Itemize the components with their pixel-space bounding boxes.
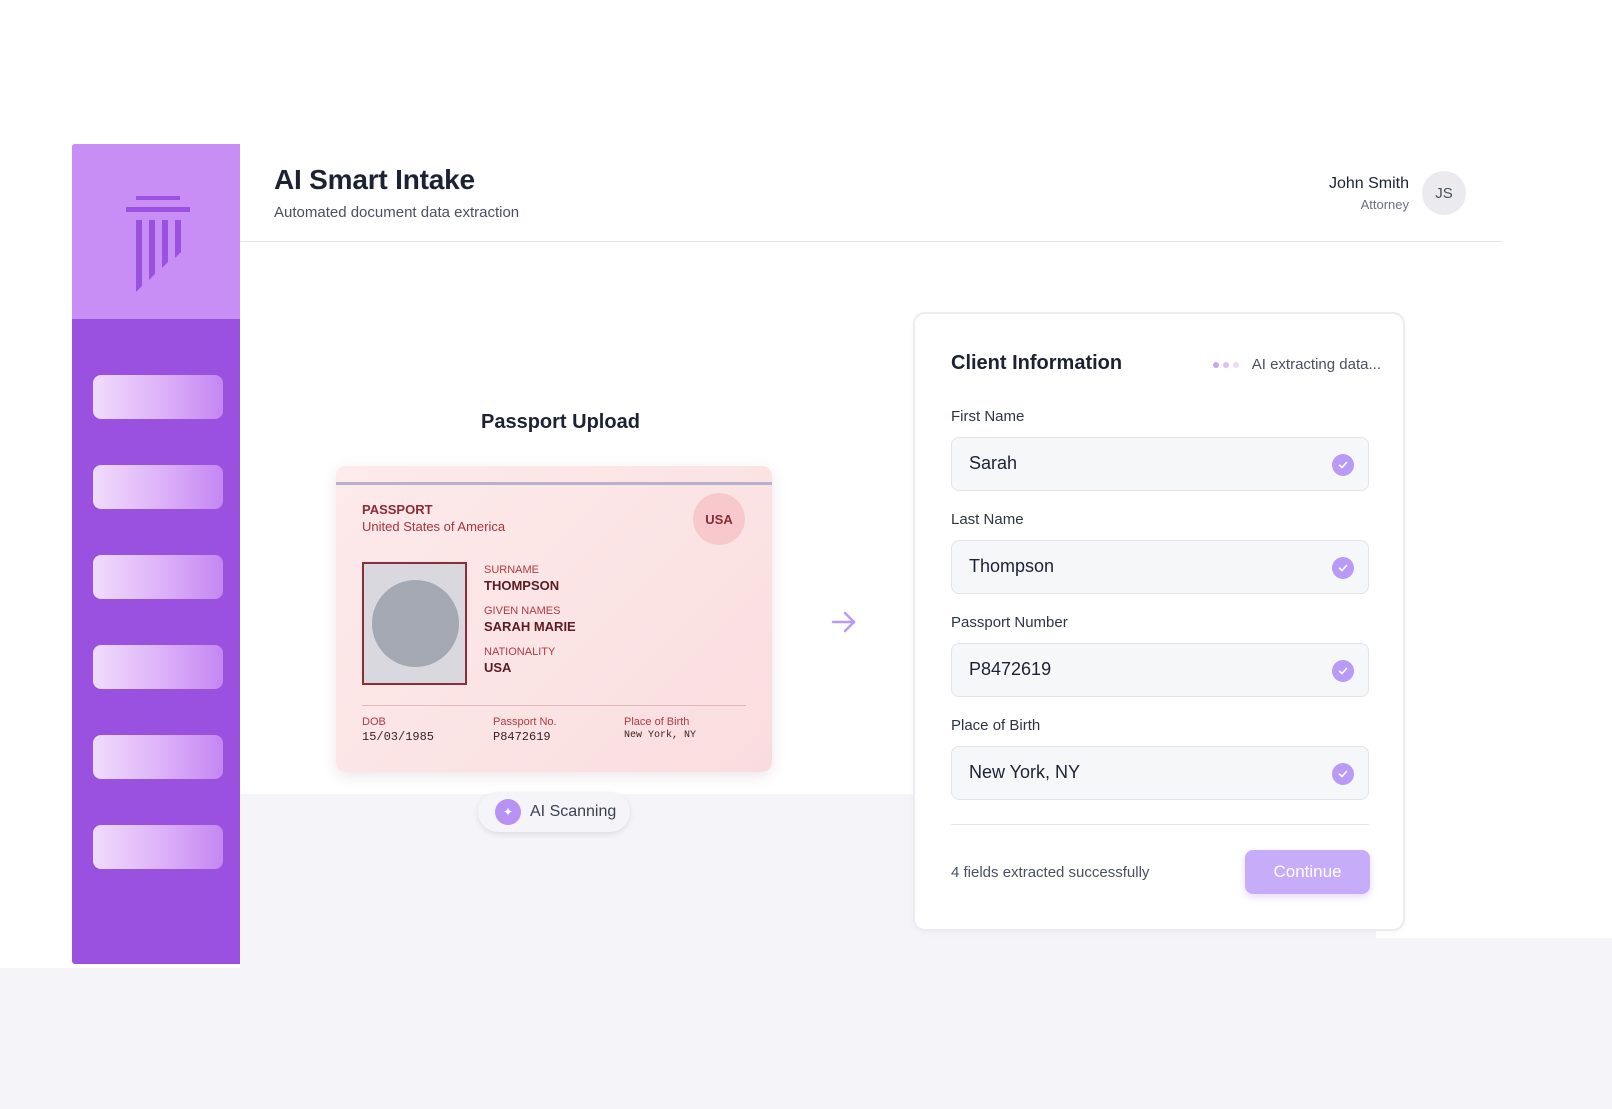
place-of-birth-field[interactable]: New York, NY (951, 746, 1369, 800)
passport-photo (362, 562, 467, 685)
check-icon (1332, 454, 1354, 476)
passport-country: United States of America (362, 519, 506, 534)
passport-no-label: Passport No. (493, 716, 557, 728)
card-divider (951, 824, 1369, 825)
header-divider (240, 241, 1502, 242)
background-panel-edge (1376, 794, 1612, 938)
ai-scanning-chip: ✦ AI Scanning (478, 792, 630, 832)
sidebar-nav-item-4[interactable] (93, 645, 223, 689)
passport-number-field[interactable]: P8472619 (951, 643, 1369, 697)
nationality-label: NATIONALITY (484, 646, 556, 658)
continue-button[interactable]: Continue (1245, 850, 1370, 894)
pillar-logo-icon (126, 196, 190, 292)
passport-number-value: P8472619 (969, 659, 1052, 679)
check-icon (1332, 557, 1354, 579)
sidebar-nav-item-1[interactable] (93, 375, 223, 419)
background-lower (0, 968, 1612, 1109)
sidebar-logo-area (72, 144, 240, 319)
first-name-field[interactable]: Sarah (951, 437, 1369, 491)
passport-label: PASSPORT (362, 502, 433, 517)
check-icon (1332, 660, 1354, 682)
check-icon (1332, 763, 1354, 785)
place-of-birth-label: Place of Birth (624, 716, 690, 728)
arrow-right-icon (831, 611, 856, 633)
passport-divider (362, 705, 746, 706)
app-screen: AI Smart Intake Automated document data … (0, 0, 1612, 1109)
avatar[interactable]: JS (1422, 171, 1466, 215)
page-subtitle: Automated document data extraction (274, 204, 520, 221)
passport-number-label: Passport Number (951, 614, 1068, 631)
country-badge: USA (693, 493, 745, 545)
place-of-birth-field-value: New York, NY (969, 762, 1081, 782)
extraction-status-text: AI extracting data... (1251, 356, 1381, 373)
given-names-label: GIVEN NAMES (484, 605, 561, 617)
client-information-card: Client Information AI extracting data...… (913, 312, 1405, 931)
surname-label: SURNAME (484, 564, 540, 576)
extraction-status: AI extracting data... (1212, 356, 1381, 373)
sidebar-nav-item-6[interactable] (93, 825, 223, 869)
first-name-label: First Name (951, 408, 1025, 425)
given-names-value: SARAH MARIE (484, 619, 576, 634)
place-of-birth-field-label: Place of Birth (951, 717, 1041, 734)
sidebar-nav-item-3[interactable] (93, 555, 223, 599)
user-name: John Smith (1328, 175, 1409, 192)
sidebar-nav-item-2[interactable] (93, 465, 223, 509)
loading-dots-icon (1212, 361, 1243, 368)
card-title: Client Information (951, 352, 1123, 374)
nationality-value: USA (484, 660, 512, 675)
dob-label: DOB (362, 716, 386, 728)
scan-line (336, 482, 772, 485)
last-name-label: Last Name (951, 511, 1024, 528)
passport-upload-title: Passport Upload (481, 411, 640, 433)
last-name-value: Thompson (969, 556, 1055, 576)
last-name-field[interactable]: Thompson (951, 540, 1369, 594)
page-title: AI Smart Intake (274, 164, 475, 195)
passport-preview: PASSPORT United States of America USA SU… (336, 466, 772, 772)
sidebar-nav-item-5[interactable] (93, 735, 223, 779)
surname-value: THOMPSON (484, 578, 560, 593)
place-of-birth-value: New York, NY (624, 730, 697, 741)
ai-scanning-label: AI Scanning (530, 803, 617, 820)
passport-no-value: P8472619 (493, 730, 551, 744)
extraction-summary: 4 fields extracted successfully (951, 864, 1150, 881)
portrait-placeholder-icon (372, 580, 459, 667)
sidebar (72, 144, 240, 964)
first-name-value: Sarah (969, 453, 1018, 473)
sparkle-icon: ✦ (495, 799, 521, 825)
user-role: Attorney (1360, 197, 1409, 212)
dob-value: 15/03/1985 (362, 730, 435, 744)
